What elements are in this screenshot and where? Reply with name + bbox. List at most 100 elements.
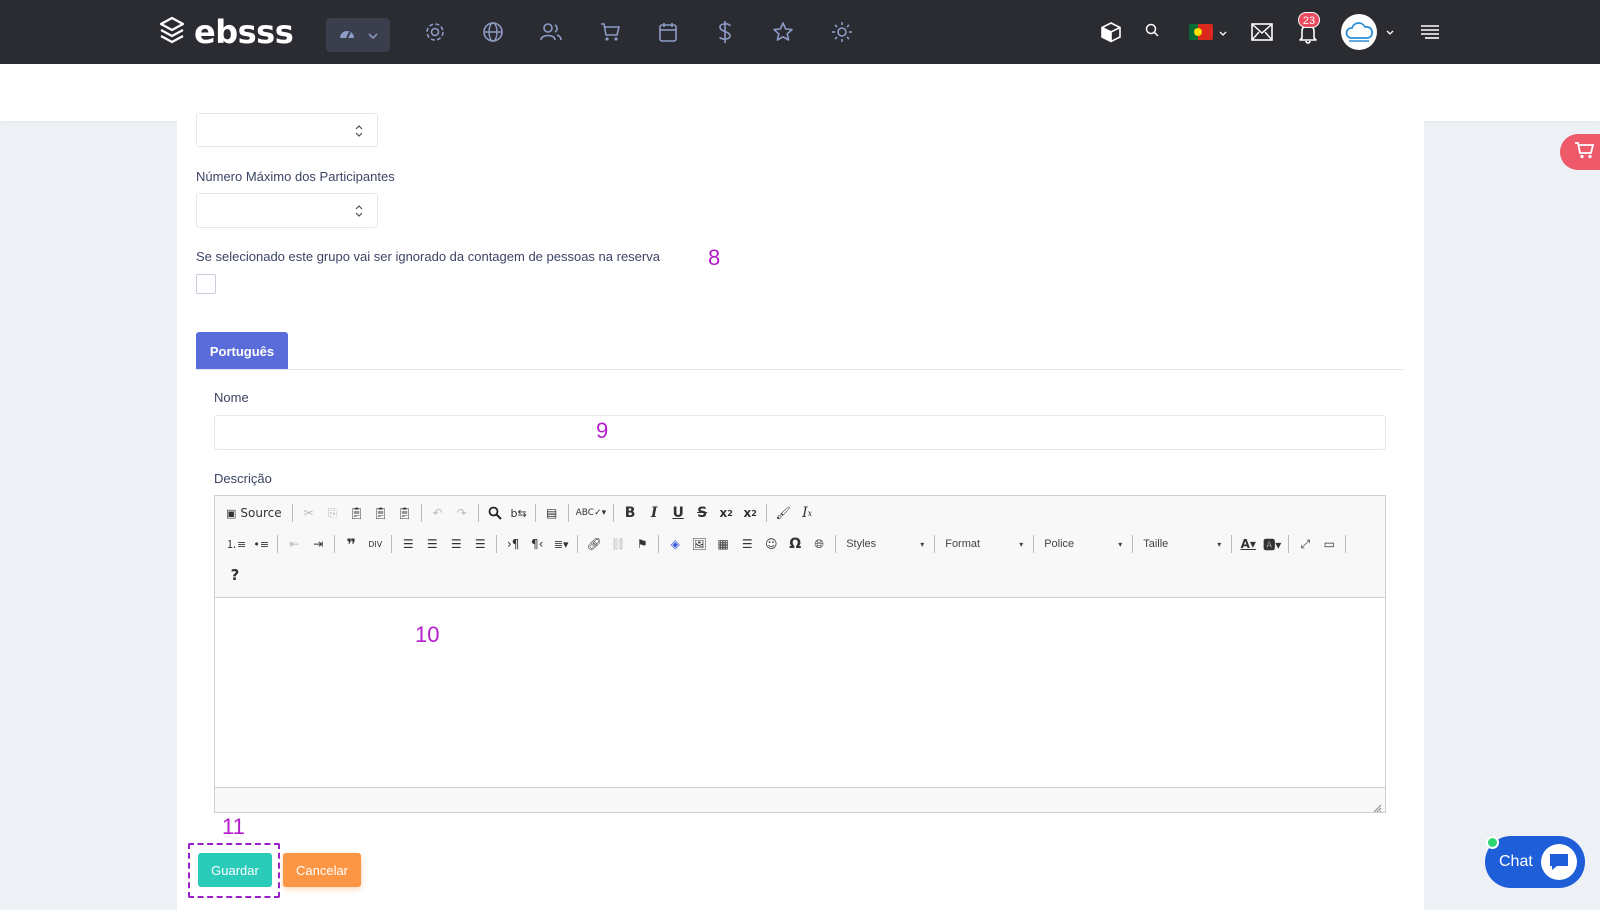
source-label: Source	[240, 506, 282, 520]
dashboard-dropdown-button[interactable]	[326, 18, 390, 52]
find-icon[interactable]	[483, 501, 507, 525]
annotation-9: 9	[596, 418, 609, 443]
chat-label: Chat	[1499, 853, 1533, 870]
size-label: Taille	[1143, 538, 1169, 550]
paste-icon[interactable]: 📋︎	[345, 501, 369, 525]
dropdown-arrow-icon: ▾	[920, 539, 925, 549]
rtl-icon[interactable]: ¶‹	[525, 532, 549, 556]
dropdown-arrow-icon: ▾	[1118, 539, 1123, 549]
strikethrough-icon[interactable]: S	[690, 501, 714, 525]
top-navbar: ebsss 23	[0, 0, 1600, 64]
calendar-icon[interactable]	[655, 19, 681, 45]
max-participants-input[interactable]	[196, 193, 378, 228]
anchor-flag-icon[interactable]: ⚑	[630, 532, 654, 556]
avatar[interactable]	[1341, 14, 1377, 50]
paste-text-icon[interactable]: 📋︎	[369, 501, 393, 525]
resize-handle-icon[interactable]	[1373, 800, 1382, 813]
spin-arrows-icon[interactable]	[355, 203, 363, 219]
star-icon[interactable]	[770, 19, 796, 45]
copy-icon[interactable]: ⎘	[321, 501, 345, 525]
smiley-icon[interactable]: ☺	[759, 532, 783, 556]
ignore-group-checkbox[interactable]	[196, 274, 216, 294]
floating-cart-button[interactable]	[1560, 134, 1600, 170]
copy-format-icon[interactable]: 🖌︎	[771, 501, 795, 525]
rich-text-editor: ▣ Source ✂ ⎘ 📋︎ 📋︎ 📋︎ ↶ ↷ b⇆ ▤ ABC✓▾ B I	[214, 495, 1386, 813]
menu-icon[interactable]	[1419, 23, 1441, 41]
cart-icon[interactable]	[597, 19, 623, 45]
globe-icon[interactable]	[480, 19, 506, 45]
cube-icon[interactable]	[1099, 20, 1123, 44]
chat-bubble-icon	[1541, 844, 1577, 880]
align-center-icon[interactable]: ☰	[420, 532, 444, 556]
chat-widget-button[interactable]: Chat	[1485, 836, 1585, 888]
chevron-down-icon	[1219, 23, 1227, 41]
indent-icon[interactable]: ⇥	[306, 532, 330, 556]
styles-dropdown[interactable]: Styles ▾	[840, 532, 930, 556]
size-dropdown[interactable]: Taille ▾	[1137, 532, 1227, 556]
format-dropdown[interactable]: Format ▾	[939, 532, 1029, 556]
language-selector[interactable]	[1188, 24, 1228, 40]
iframe-globe-icon[interactable]: 🌐︎	[807, 532, 831, 556]
bg-color-icon[interactable]: 🅰︎▾	[1260, 532, 1284, 556]
min-participants-input[interactable]	[196, 113, 378, 147]
dropdown-arrow-icon: ▾	[1019, 539, 1024, 549]
show-blocks-icon[interactable]: ▭	[1317, 532, 1341, 556]
users-icon[interactable]	[538, 19, 564, 45]
save-button[interactable]: Guardar	[198, 853, 272, 887]
logo[interactable]: ebsss	[158, 13, 294, 51]
bulleted-list-icon[interactable]: •≡	[249, 532, 273, 556]
select-all-icon[interactable]: ▤	[540, 501, 564, 525]
underline-icon[interactable]: U	[666, 501, 690, 525]
language-menu-icon[interactable]: ≣▾	[549, 532, 573, 556]
align-left-icon[interactable]: ☰	[396, 532, 420, 556]
ignore-group-label: Se selecionado este grupo vai ser ignora…	[196, 249, 660, 264]
annotation-11: 11	[222, 814, 245, 839]
dollar-icon[interactable]	[712, 19, 738, 45]
special-char-icon[interactable]: Ω	[783, 532, 807, 556]
cut-icon[interactable]: ✂	[297, 501, 321, 525]
mail-icon[interactable]	[1250, 21, 1274, 43]
undo-icon[interactable]: ↶	[426, 501, 450, 525]
superscript-icon[interactable]: x2	[738, 501, 762, 525]
unlink-icon[interactable]: ⛓︎	[606, 532, 630, 556]
bold-icon[interactable]: B	[618, 501, 642, 525]
source-icon: ▣	[226, 506, 237, 520]
justify-icon[interactable]: ☰	[468, 532, 492, 556]
subscript-icon[interactable]: x2	[714, 501, 738, 525]
spin-arrows-icon[interactable]	[355, 123, 363, 139]
horizontal-rule-icon[interactable]: ☰	[735, 532, 759, 556]
font-label: Police	[1044, 538, 1075, 550]
max-participants-label: Número Máximo dos Participantes	[196, 169, 395, 184]
italic-icon[interactable]: I	[642, 501, 666, 525]
sun-icon[interactable]	[829, 19, 855, 45]
layers-icon[interactable]: ◈	[663, 532, 687, 556]
maximize-icon[interactable]: ⤢	[1293, 532, 1317, 556]
link-icon[interactable]: 🔗︎	[582, 532, 606, 556]
chevron-down-icon[interactable]	[1385, 28, 1395, 36]
numbered-list-icon[interactable]: ⒈≡	[223, 532, 249, 556]
help-icon[interactable]: ?	[223, 563, 247, 587]
cancel-button[interactable]: Cancelar	[283, 853, 361, 887]
editor-content-area[interactable]	[215, 598, 1385, 787]
notification-badge: 23	[1298, 12, 1320, 28]
gear-icon[interactable]	[422, 19, 448, 45]
remove-format-icon[interactable]: Ix	[795, 501, 819, 525]
paste-word-icon[interactable]: 📋︎	[393, 501, 417, 525]
logo-text: ebsss	[194, 13, 294, 51]
image-icon[interactable]: 🖼︎	[687, 532, 711, 556]
source-button[interactable]: ▣ Source	[223, 501, 288, 525]
search-icon[interactable]	[1144, 22, 1160, 38]
align-right-icon[interactable]: ☰	[444, 532, 468, 556]
redo-icon[interactable]: ↷	[450, 501, 474, 525]
spellcheck-icon[interactable]: ABC✓▾	[573, 501, 610, 525]
replace-icon[interactable]: b⇆	[507, 501, 531, 525]
font-dropdown[interactable]: Police ▾	[1038, 532, 1128, 556]
ltr-icon[interactable]: ›¶	[501, 532, 525, 556]
text-color-icon[interactable]: A▾	[1236, 532, 1260, 556]
blockquote-icon[interactable]: ❞	[339, 532, 363, 556]
tab-portugues[interactable]: Português	[196, 332, 288, 370]
outdent-icon[interactable]: ⇤	[282, 532, 306, 556]
table-icon[interactable]: ▦	[711, 532, 735, 556]
div-container-icon[interactable]: DIV	[363, 532, 387, 556]
name-input[interactable]	[214, 415, 1386, 450]
